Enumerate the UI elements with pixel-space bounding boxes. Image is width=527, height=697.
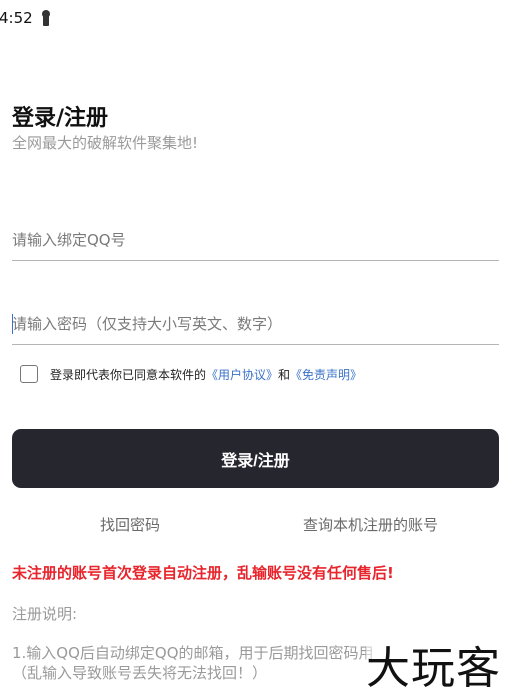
keyhole-icon xyxy=(41,10,51,26)
qq-field[interactable] xyxy=(12,220,499,261)
find-password-link[interactable]: 找回密码 xyxy=(100,514,160,535)
text-caret xyxy=(12,314,13,334)
qq-input[interactable] xyxy=(12,220,499,260)
agreement-row: 登录即代表你已同意本软件的 《用户协议》 和 《免责声明》 xyxy=(20,365,362,383)
page-subtitle: 全网最大的破解软件聚集地! xyxy=(12,134,199,152)
login-register-button[interactable]: 登录/注册 xyxy=(12,429,499,488)
agreement-and: 和 xyxy=(278,367,291,382)
notes-line-2: （乱输入导致账号丢失将无法找回！） xyxy=(12,664,268,682)
user-agreement-link[interactable]: 《用户协议》 xyxy=(206,366,278,383)
status-bar: 4:52 xyxy=(0,6,51,30)
query-account-link[interactable]: 查询本机注册的账号 xyxy=(303,514,438,535)
warning-text: 未注册的账号首次登录自动注册，乱输账号没有任何售后! xyxy=(12,564,394,582)
page-title: 登录/注册 xyxy=(12,106,109,131)
notes-line-1: 1.输入QQ后自动绑定QQ的邮箱，用于后期找回密码用 xyxy=(12,644,374,662)
agreement-checkbox[interactable] xyxy=(20,365,38,383)
status-time: 4:52 xyxy=(0,9,33,27)
disclaimer-link[interactable]: 《免责声明》 xyxy=(290,366,362,383)
watermark-logo: 大玩客 xyxy=(366,643,501,694)
agreement-text: 登录即代表你已同意本软件的 xyxy=(50,367,207,382)
notes-title: 注册说明: xyxy=(12,605,78,623)
password-field[interactable] xyxy=(12,304,499,345)
password-input[interactable] xyxy=(12,304,499,344)
